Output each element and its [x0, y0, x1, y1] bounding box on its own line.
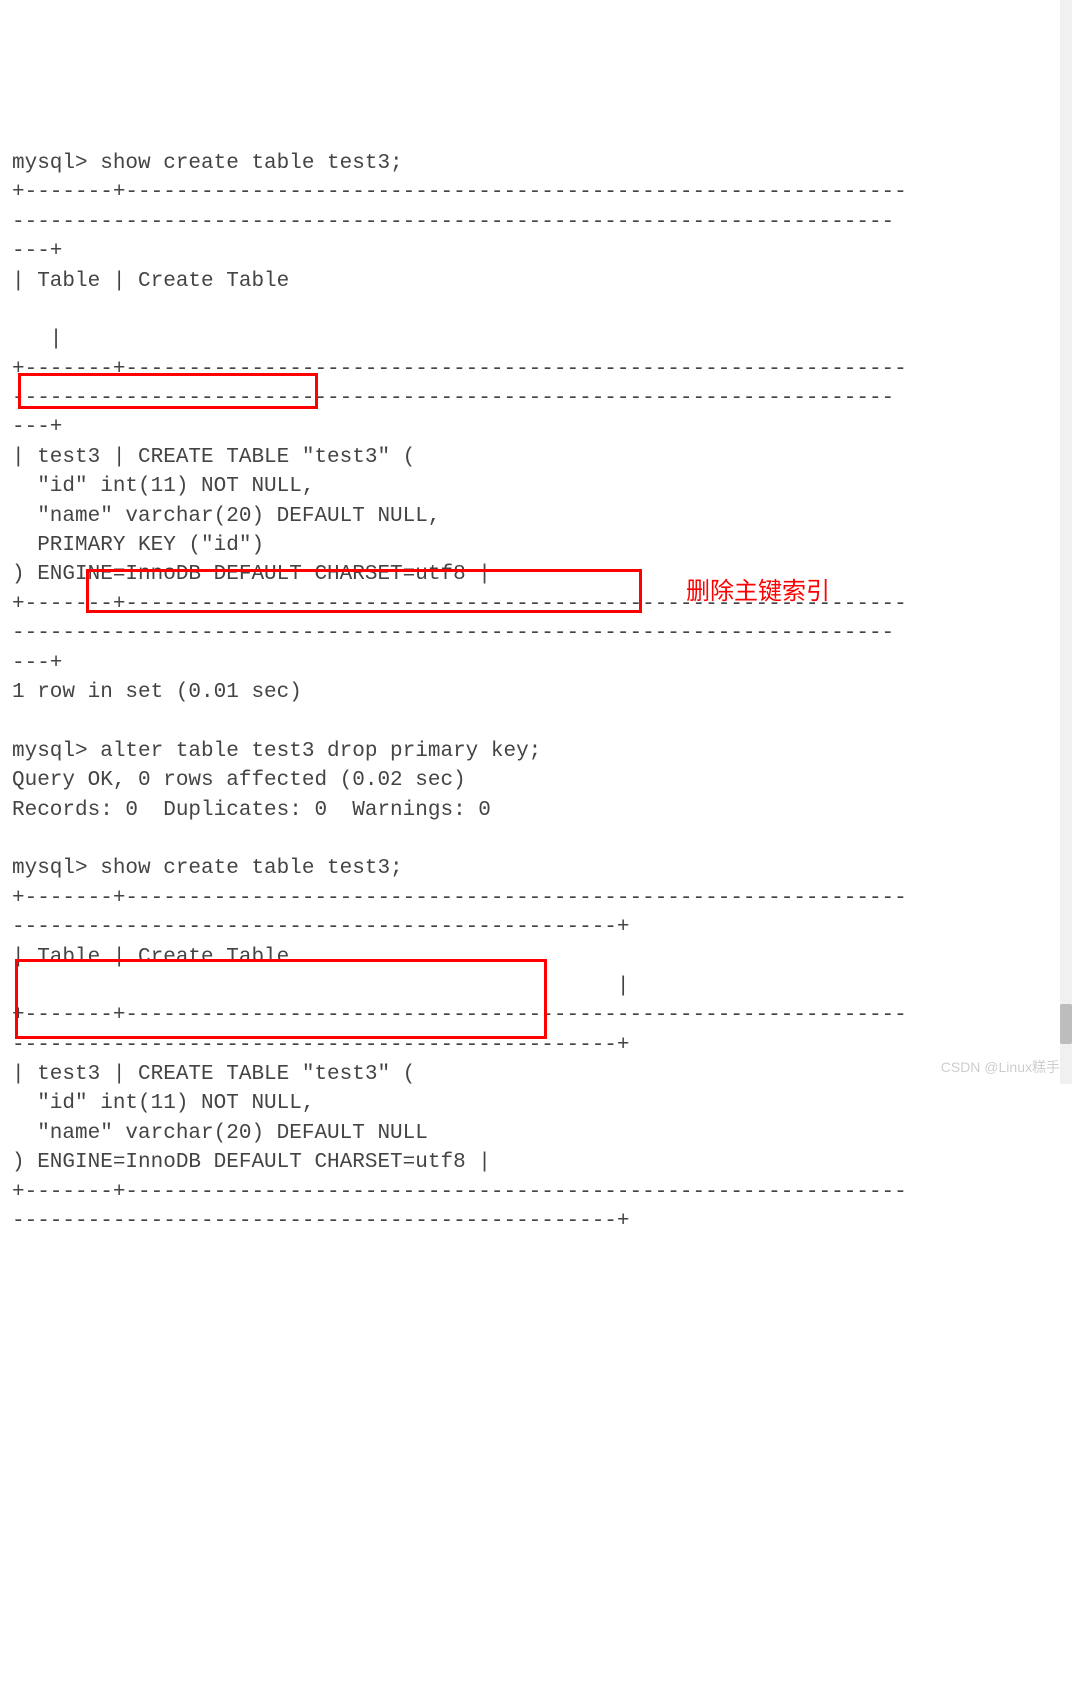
terminal-line: "id" int(11) NOT NULL, [12, 1092, 314, 1115]
terminal-line: ----------------------------------------… [12, 387, 894, 410]
annotation-delete-pk: 删除主键索引 [686, 576, 830, 610]
terminal-line: mysql> show create table test3; [12, 857, 403, 880]
terminal-line: "id" int(11) NOT NULL, [12, 475, 314, 498]
terminal-line: "name" varchar(20) DEFAULT NULL, [12, 505, 440, 528]
terminal-line: +-------+-------------------------------… [12, 181, 907, 204]
terminal-line: ---+ [12, 240, 62, 263]
terminal-line: +-------+-------------------------------… [12, 1004, 907, 1027]
terminal-line: ----------------------------------------… [12, 622, 894, 645]
terminal-line: ----------------------------------------… [12, 211, 894, 234]
terminal-line: Query OK, 0 rows affected (0.02 sec) [12, 769, 466, 792]
terminal-line [12, 299, 882, 322]
terminal-line: ---+ [12, 416, 62, 439]
terminal-line: "name" varchar(20) DEFAULT NULL [12, 1122, 428, 1145]
terminal-line: ----------------------------------------… [12, 1210, 630, 1233]
terminal-line: Records: 0 Duplicates: 0 Warnings: 0 [12, 799, 491, 822]
terminal-line: +-------+-------------------------------… [12, 1181, 907, 1204]
terminal-output: mysql> show create table test3; +-------… [12, 120, 1060, 1237]
terminal-line: | [12, 328, 62, 351]
terminal-line: | test3 | CREATE TABLE "test3" ( [12, 1063, 415, 1086]
terminal-line: | [12, 975, 630, 998]
terminal-line: 1 row in set (0.01 sec) [12, 681, 302, 704]
csdn-watermark: CSDN @Linux糕手 [941, 1058, 1060, 1078]
terminal-line: mysql> alter table test3 drop primary ke… [12, 740, 541, 763]
terminal-line: ---+ [12, 652, 62, 675]
terminal-line: ----------------------------------------… [12, 916, 630, 939]
terminal-line: ) ENGINE=InnoDB DEFAULT CHARSET=utf8 | [12, 1151, 491, 1174]
terminal-line: | test3 | CREATE TABLE "test3" ( [12, 446, 415, 469]
terminal-line: | Table | Create Table [12, 946, 907, 969]
scrollbar-track[interactable] [1060, 0, 1072, 1084]
terminal-line: +-------+-------------------------------… [12, 887, 907, 910]
terminal-line: mysql> show create table test3; [12, 152, 403, 175]
terminal-line: | Table | Create Table [12, 270, 907, 293]
terminal-line: PRIMARY KEY ("id") [12, 534, 264, 557]
terminal-line: +-------+-------------------------------… [12, 358, 907, 381]
terminal-line: ) ENGINE=InnoDB DEFAULT CHARSET=utf8 | [12, 563, 491, 586]
scrollbar-thumb[interactable] [1060, 1004, 1072, 1044]
terminal-line: ----------------------------------------… [12, 1034, 630, 1057]
